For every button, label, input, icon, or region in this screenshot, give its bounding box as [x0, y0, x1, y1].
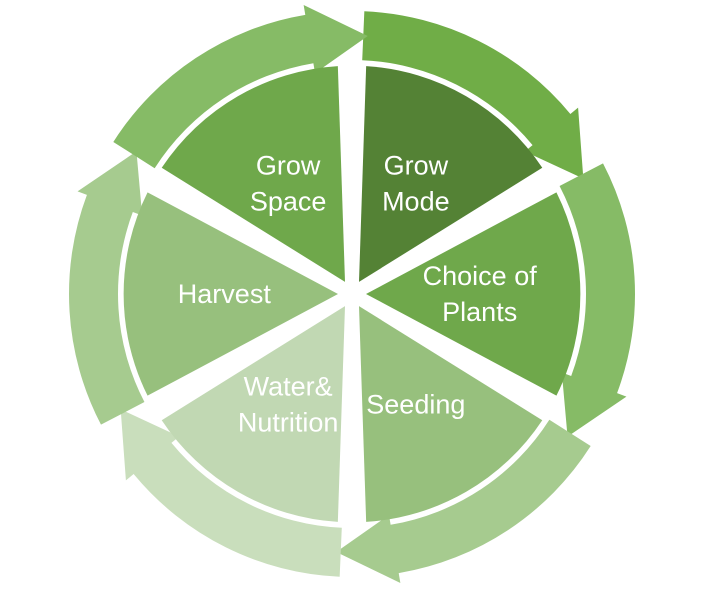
grow-space-label-line: Space: [250, 186, 327, 216]
choice-of-plants-label-line: Plants: [442, 297, 517, 327]
seeding-label-line: Seeding: [366, 390, 465, 420]
harvest-label-line: Harvest: [178, 279, 272, 309]
grow-mode-label-line: Mode: [382, 186, 450, 216]
water-nutrition-label-line: Nutrition: [238, 408, 339, 438]
choice-of-plants-label-line: Choice of: [423, 261, 538, 291]
seeding-label: Seeding: [366, 390, 465, 420]
grow-space-label-line: Grow: [256, 150, 321, 180]
cycle-diagram: Grow Mode Choice of Plants Seeding Water& Nutr…: [69, 5, 635, 583]
water-nutrition-label-line: Water&: [244, 372, 333, 402]
grow-mode-label-line: Grow: [384, 150, 449, 180]
harvest-label: Harvest: [178, 279, 272, 309]
